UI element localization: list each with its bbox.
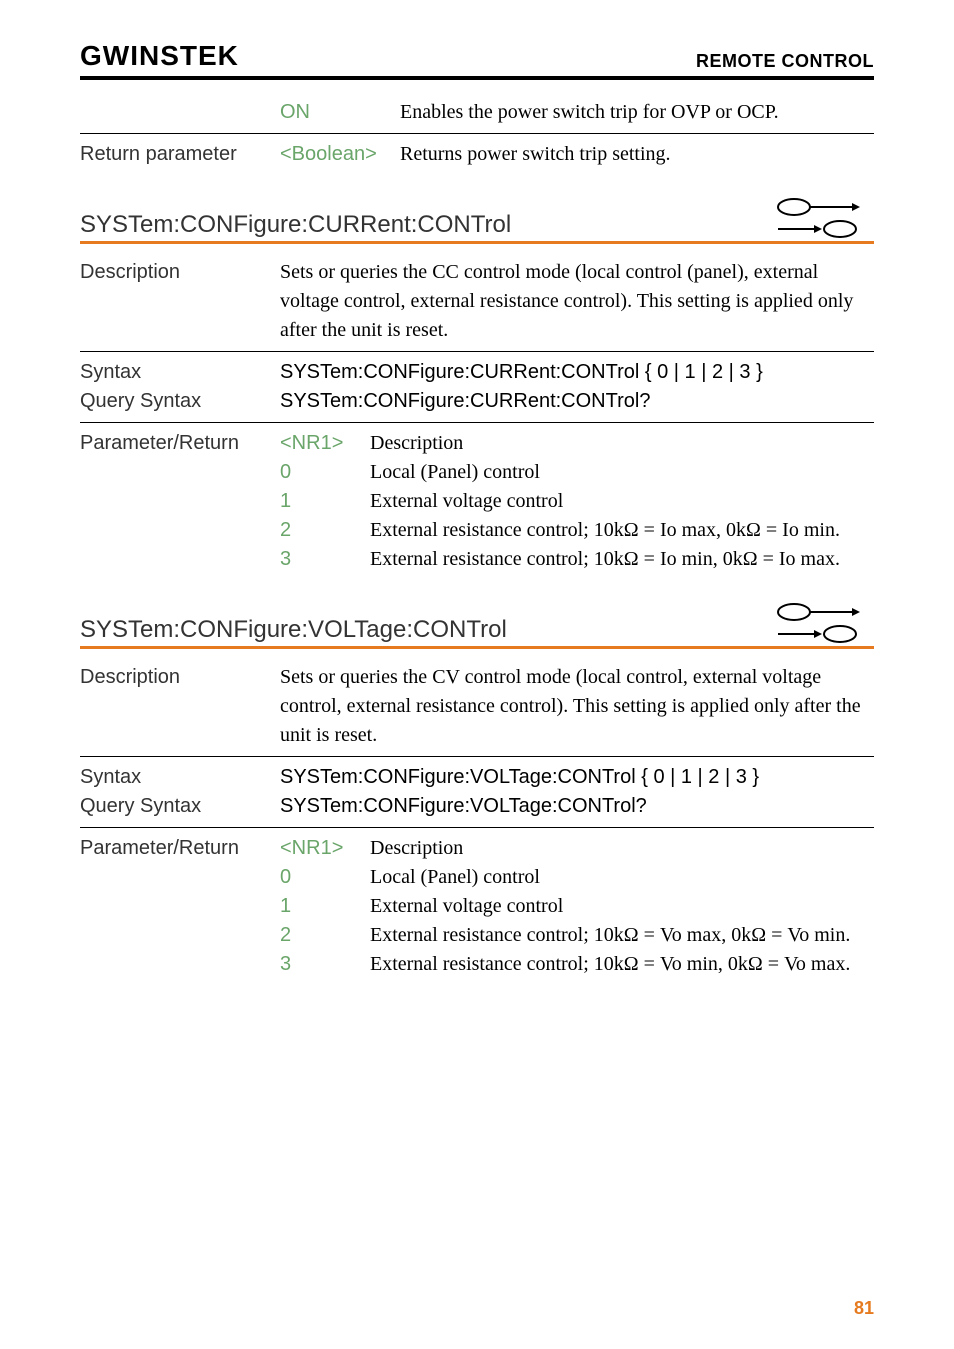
- cmd1-query-text: SYSTem:CONFigure:CURRent:CONTrol?: [280, 387, 874, 416]
- cmd1-desc-row: Description Sets or queries the CC contr…: [80, 258, 874, 345]
- cmd2-pr-label: Parameter/Return: [80, 834, 280, 863]
- cmd2-desc-text: Sets or queries the CV control mode (loc…: [280, 663, 874, 750]
- cmd1-title: SYSTem:CONFigure:CURRent:CONTrol: [80, 211, 511, 239]
- cmd2-pr-row-0: 0 Local (Panel) control: [80, 863, 874, 892]
- cmd1-pr-label: Parameter/Return: [80, 429, 280, 458]
- cmd2-pr-head: Description: [370, 834, 874, 863]
- divider: [80, 351, 874, 352]
- cmd1-desc-label: Description: [80, 258, 280, 345]
- cmd1-pr-head: Description: [370, 429, 874, 458]
- cmd1-syntax-row: Syntax SYSTem:CONFigure:CURRent:CONTrol …: [80, 358, 874, 387]
- cmd2-r0-p: 0: [280, 863, 370, 892]
- param-on-desc: Enables the power switch trip for OVP or…: [400, 98, 874, 127]
- cmd2-desc-row: Description Sets or queries the CV contr…: [80, 663, 874, 750]
- param-on: ON: [280, 98, 400, 127]
- cmd1-r1-p: 1: [280, 487, 370, 516]
- cmd2-syntax-row: Syntax SYSTem:CONFigure:VOLTage:CONTrol …: [80, 763, 874, 792]
- page-number: 81: [854, 1298, 874, 1319]
- set-icon: [774, 602, 864, 622]
- cmd1-syntax-label: Syntax: [80, 358, 280, 387]
- cmd2-r3-d: External resistance control; 10kΩ = Vo m…: [370, 950, 874, 979]
- cmd2-query-row: Query Syntax SYSTem:CONFigure:VOLTage:CO…: [80, 792, 874, 821]
- cmd2-pr-row-head: Parameter/Return <NR1> Description: [80, 834, 874, 863]
- cmd1-pr-tag: <NR1>: [280, 429, 370, 458]
- cmd1-r0-p: 0: [280, 458, 370, 487]
- divider: [80, 133, 874, 134]
- cmd2-pr-tag: <NR1>: [280, 834, 370, 863]
- cmd2-syntax-label: Syntax: [80, 763, 280, 792]
- divider: [80, 827, 874, 828]
- header-rule: [80, 76, 874, 80]
- cmd1-pr-row-2: 2 External resistance control; 10kΩ = Io…: [80, 516, 874, 545]
- cmd1-rule: [80, 241, 874, 244]
- cmd2-pr-row-1: 1 External voltage control: [80, 892, 874, 921]
- cmd2-syntax-text: SYSTem:CONFigure:VOLTage:CONTrol { 0 | 1…: [280, 763, 874, 792]
- cmd2-rule: [80, 646, 874, 649]
- cmd1-r3-p: 3: [280, 545, 370, 574]
- cmd1-desc-text: Sets or queries the CC control mode (loc…: [280, 258, 874, 345]
- return-row: Return parameter <Boolean> Returns power…: [80, 140, 874, 169]
- cmd1-r2-d: External resistance control; 10kΩ = Io m…: [370, 516, 874, 545]
- cmd1-r3-d: External resistance control; 10kΩ = Io m…: [370, 545, 874, 574]
- cmd2-r2-d: External resistance control; 10kΩ = Vo m…: [370, 921, 874, 950]
- page-header: GWINSTEK REMOTE CONTROL: [80, 40, 874, 76]
- query-icon: [774, 219, 864, 239]
- cmd2-r0-d: Local (Panel) control: [370, 863, 874, 892]
- divider: [80, 422, 874, 423]
- cmd1-pr-row-0: 0 Local (Panel) control: [80, 458, 874, 487]
- cmd2-r1-d: External voltage control: [370, 892, 874, 921]
- set-icon: [774, 197, 864, 217]
- set-query-icon: [774, 197, 874, 239]
- cmd1-pr-row-3: 3 External resistance control; 10kΩ = Io…: [80, 545, 874, 574]
- logo-text: GWINSTEK: [80, 40, 239, 72]
- cmd1-syntax-text: SYSTem:CONFigure:CURRent:CONTrol { 0 | 1…: [280, 358, 874, 387]
- cmd2-r1-p: 1: [280, 892, 370, 921]
- cmd2-heading-wrap: SYSTem:CONFigure:VOLTage:CONTrol: [80, 602, 874, 644]
- cmd2-r2-p: 2: [280, 921, 370, 950]
- cmd1-r0-d: Local (Panel) control: [370, 458, 874, 487]
- cmd1-query-label: Query Syntax: [80, 387, 280, 416]
- return-desc: Returns power switch trip setting.: [400, 140, 874, 169]
- divider: [80, 756, 874, 757]
- return-label: Return parameter: [80, 140, 280, 169]
- cmd2-pr-row-2: 2 External resistance control; 10kΩ = Vo…: [80, 921, 874, 950]
- cmd1-r1-d: External voltage control: [370, 487, 874, 516]
- cmd1-query-row: Query Syntax SYSTem:CONFigure:CURRent:CO…: [80, 387, 874, 416]
- cmd1-pr-row-head: Parameter/Return <NR1> Description: [80, 429, 874, 458]
- cmd2-query-text: SYSTem:CONFigure:VOLTage:CONTrol?: [280, 792, 874, 821]
- cmd2-r3-p: 3: [280, 950, 370, 979]
- cmd1-pr-row-1: 1 External voltage control: [80, 487, 874, 516]
- section-title: REMOTE CONTROL: [696, 51, 874, 72]
- param-row-on: ON Enables the power switch trip for OVP…: [80, 98, 874, 127]
- empty-label: [80, 98, 280, 127]
- set-query-icon: [774, 602, 874, 644]
- query-icon: [774, 624, 864, 644]
- cmd1-heading-wrap: SYSTem:CONFigure:CURRent:CONTrol: [80, 197, 874, 239]
- cmd2-title: SYSTem:CONFigure:VOLTage:CONTrol: [80, 616, 507, 644]
- cmd2-desc-label: Description: [80, 663, 280, 750]
- cmd2-query-label: Query Syntax: [80, 792, 280, 821]
- return-boolean: <Boolean>: [280, 140, 400, 169]
- cmd1-r2-p: 2: [280, 516, 370, 545]
- cmd2-pr-row-3: 3 External resistance control; 10kΩ = Vo…: [80, 950, 874, 979]
